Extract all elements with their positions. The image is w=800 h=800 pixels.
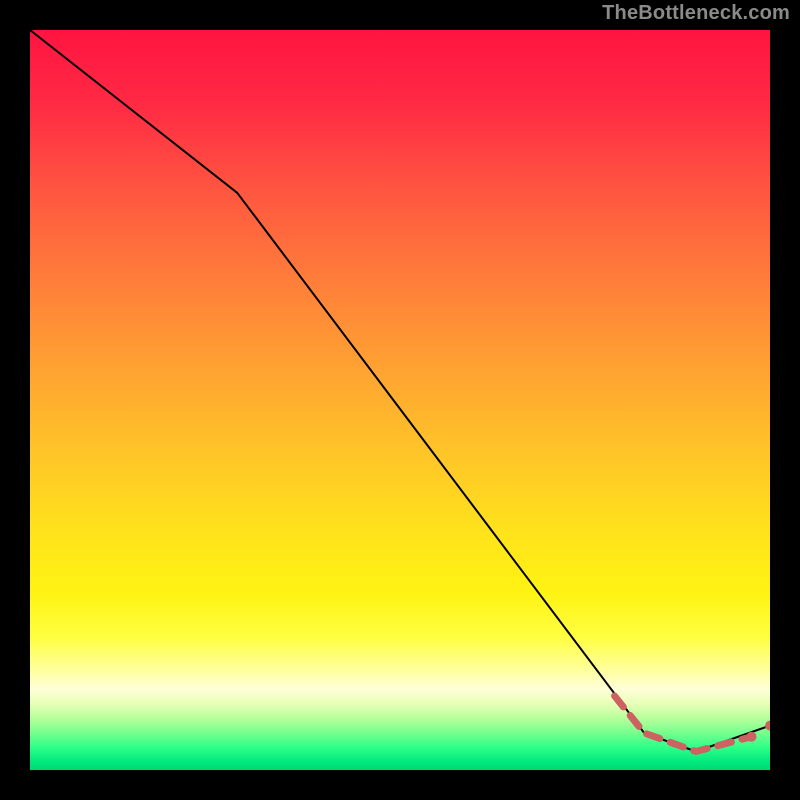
data-points — [747, 721, 771, 742]
plot-area — [30, 30, 770, 770]
highlight-dash — [615, 696, 752, 752]
watermark-text: TheBottleneck.com — [602, 2, 790, 25]
data-point — [765, 721, 770, 731]
curve-line — [30, 30, 770, 752]
chart-svg — [30, 30, 770, 770]
chart-frame: TheBottleneck.com — [0, 0, 800, 800]
data-point — [747, 732, 757, 742]
